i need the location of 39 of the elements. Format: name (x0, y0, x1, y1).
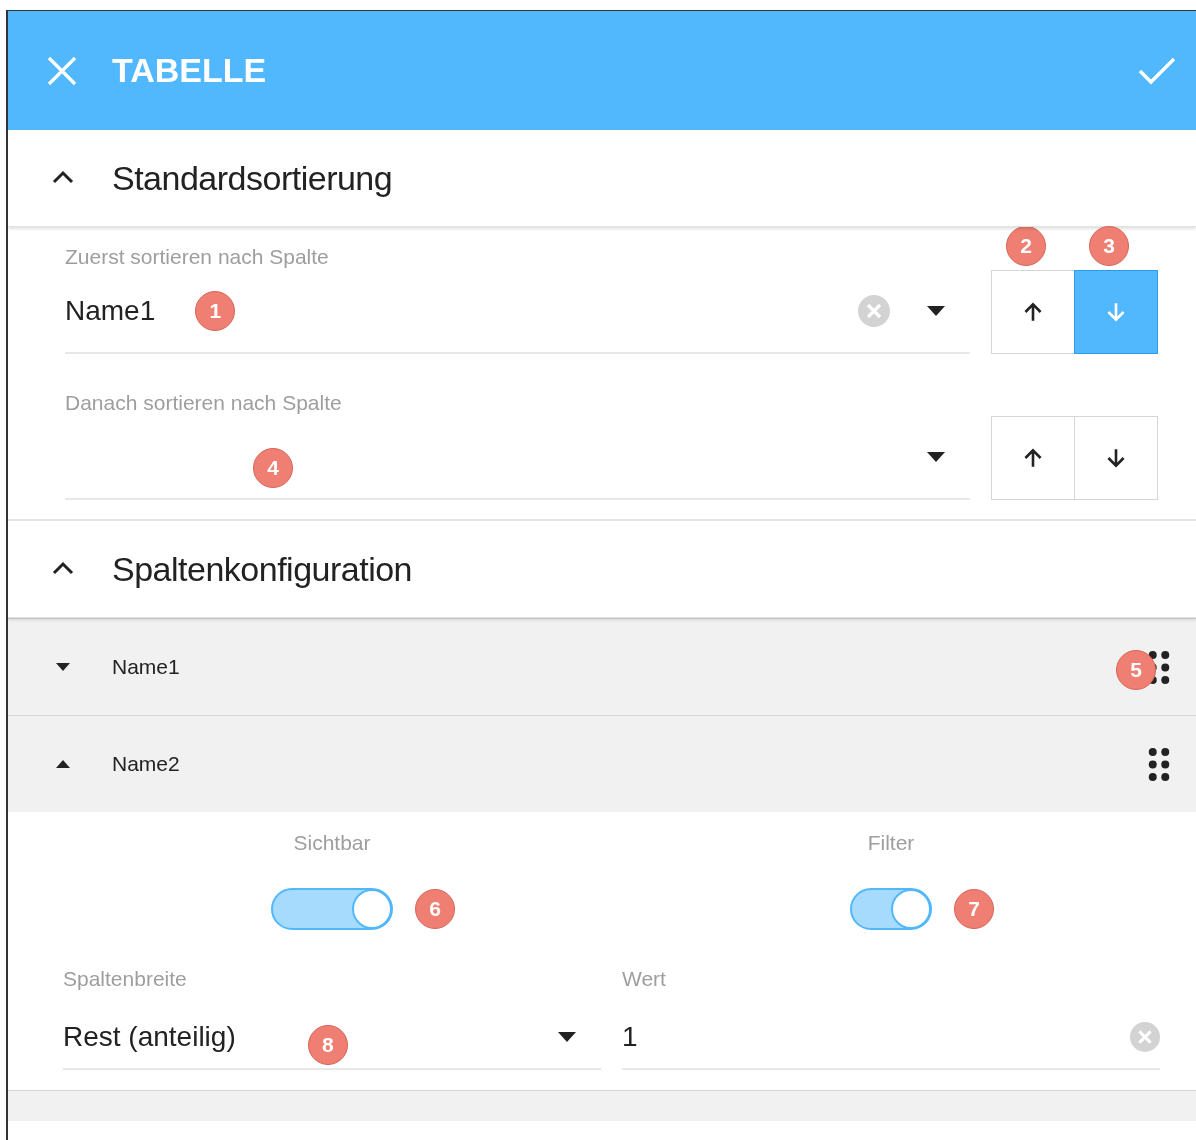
field-label: Wert (622, 967, 666, 990)
toggle-label: Filter (867, 830, 915, 856)
close-button[interactable] (46, 54, 78, 87)
dropdown-caret-icon[interactable] (926, 451, 946, 463)
callout-badge: 2 (1006, 226, 1046, 266)
sort-descending-button[interactable] (1074, 416, 1158, 500)
toggle-label: Sichtbar (293, 830, 371, 856)
sort-ascending-button[interactable] (991, 416, 1075, 500)
callout-badge: 6 (415, 889, 455, 929)
column-row[interactable]: Name1 5 (8, 618, 1196, 715)
callout-badge: 4 (253, 448, 293, 488)
column-name: Name2 (112, 752, 181, 776)
field-label: Zuerst sortieren nach Spalte (65, 244, 329, 270)
field-label: Spaltenbreite (63, 967, 187, 990)
callout-badge: 7 (954, 889, 994, 929)
select-field[interactable]: Name1 1 (65, 270, 970, 354)
drag-handle-icon[interactable] (1148, 747, 1170, 781)
clear-icon[interactable] (1130, 1022, 1160, 1052)
section-header[interactable]: Standardsortierung (8, 130, 1196, 227)
close-icon (46, 54, 78, 87)
callout-badge: 3 (1089, 226, 1129, 266)
checkmark-icon (1138, 55, 1176, 86)
confirm-button[interactable] (1138, 55, 1176, 86)
column-row[interactable]: Name2 (8, 715, 1196, 812)
select-field[interactable]: Rest (anteilig) 8 (63, 1006, 601, 1070)
drag-handle-icon[interactable] (1148, 650, 1170, 684)
toggle-switch[interactable] (271, 888, 393, 930)
section-header[interactable]: Spaltenkonfiguration (8, 521, 1196, 618)
field-label: Danach sortieren nach Spalte (65, 390, 342, 416)
callout-badge: 8 (307, 1025, 348, 1065)
input-field[interactable]: 1 (622, 1006, 1160, 1070)
dialog-title: TABELLE (112, 51, 268, 90)
callout-badge: 1 (195, 291, 236, 331)
dropdown-caret-icon[interactable] (557, 1031, 577, 1043)
clear-icon[interactable] (858, 295, 890, 327)
dropdown-caret-icon[interactable] (926, 305, 946, 317)
column-name: Name1 (112, 655, 181, 679)
toggle-switch[interactable] (850, 888, 932, 930)
callout-badge: 5 (1116, 650, 1156, 690)
